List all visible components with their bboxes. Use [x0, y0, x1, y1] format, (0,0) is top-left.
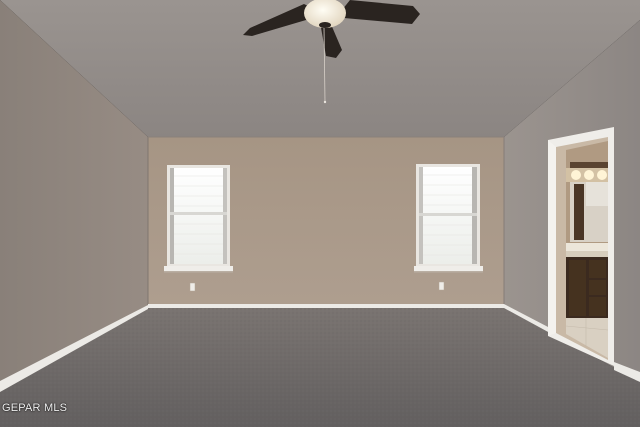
baseboard-back — [148, 304, 504, 308]
bathroom-doorway — [548, 127, 614, 366]
vanity-light — [570, 162, 608, 168]
bedroom-photo: GEPAR MLS — [0, 0, 640, 427]
outlet-right — [438, 281, 445, 291]
right-window — [414, 164, 483, 273]
outlet-left — [189, 282, 196, 292]
mls-watermark: GEPAR MLS — [2, 402, 68, 414]
room-illustration — [0, 0, 640, 427]
left-window — [164, 165, 233, 273]
